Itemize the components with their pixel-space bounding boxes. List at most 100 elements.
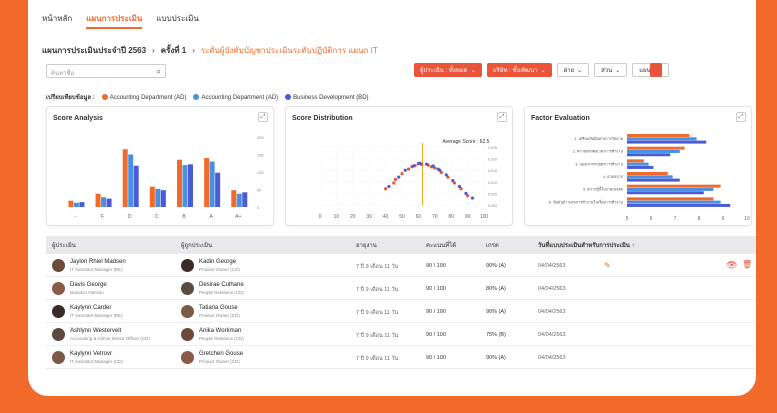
legend-text: Accounting Department (AD) <box>201 94 279 101</box>
factor-bar <box>627 175 673 179</box>
col-score[interactable]: คะแนนที่ได้ <box>426 240 456 250</box>
evaluatee-name: Anika Workman <box>199 328 242 334</box>
search-input[interactable]: ค้นหาชื่อ ⌕ <box>46 64 166 78</box>
evaluatee-role: People Relations (CD) <box>199 290 244 295</box>
legend-item[interactable]: Business Development (BD) <box>285 93 369 101</box>
distribution-point <box>431 164 435 168</box>
x-tick-label: A <box>209 214 213 220</box>
distribution-point <box>387 184 391 189</box>
table-row[interactable]: Kaylynn Carder IT Assistant Manager (RE) T… <box>46 300 756 323</box>
nav-home[interactable]: หน้าหลัก <box>42 12 72 29</box>
factor-bar <box>627 187 714 191</box>
distribution-point <box>470 196 475 200</box>
x-tick-label: 60 <box>416 214 422 220</box>
export-button[interactable] <box>650 63 662 77</box>
x-tick-label: 70 <box>432 214 438 220</box>
speedometer-icon <box>693 19 753 59</box>
y-tick-label: 0.010 <box>488 181 497 185</box>
table-row[interactable]: Kaylynn Vetrovr IT Assistant Manager (CD)… <box>46 346 756 369</box>
y-tick-label: 0.005 <box>488 192 497 196</box>
avatar <box>181 282 194 295</box>
evaluatee-role: Product Owner (CD) <box>199 313 240 318</box>
nav-assessment-form[interactable]: แบบประเมิน <box>156 12 198 29</box>
grade-value: 90% (A) <box>486 355 506 361</box>
date-value: 04/04/2563 <box>538 263 566 269</box>
x-tick-label: 10 <box>334 214 340 220</box>
distribution-point <box>393 177 398 182</box>
y-tick-label: 150 <box>257 153 264 158</box>
filter-section[interactable]: ส่วน ⌄ <box>594 63 628 77</box>
date-value: 04/04/2563 <box>538 286 566 292</box>
factor-bar <box>627 162 649 166</box>
distribution-point <box>397 175 401 179</box>
table-row[interactable]: Jaylon Rhiel Madsen IT Assistant Manager … <box>46 254 756 277</box>
app-window: หน้าหลัก แผนการประเมิน แบบประเมิน แผนการ… <box>22 0 762 402</box>
avatar <box>52 305 65 318</box>
distribution-point <box>436 167 440 171</box>
category-label: 4. อวดสจาก <box>603 174 623 179</box>
distribution-point <box>457 184 461 189</box>
filter-division[interactable]: ฝ่าย ⌄ <box>556 63 590 77</box>
distribution-point <box>403 168 407 172</box>
grade-value: 75% (B) <box>486 332 506 338</box>
tenure-value: 7 ปี 9 เดือน 11 วัน <box>356 310 399 316</box>
distribution-point <box>425 162 429 166</box>
legend-item[interactable]: Accounting Department (AD) <box>193 93 279 101</box>
score-bar <box>73 202 79 207</box>
factor-bar <box>627 178 680 182</box>
col-evaluator[interactable]: ผู้ประเมิน <box>52 240 76 250</box>
score-bar <box>128 154 134 207</box>
date-value: 04/04/2563 <box>538 355 566 361</box>
filter-company-label: บริษัท : ขั้นพัฒนา <box>492 68 538 74</box>
factor-bar <box>627 191 704 195</box>
avatar <box>52 328 65 341</box>
tenure-value: 7 ปี 9 เดือน 11 วัน <box>356 264 399 270</box>
x-tick-label: 6 <box>650 216 653 222</box>
chevron-down-icon: ⌄ <box>540 67 546 74</box>
view-icon[interactable]: 👁 <box>726 260 737 271</box>
legend-dot <box>193 93 200 100</box>
x-tick-label: 30 <box>366 214 372 220</box>
filter-evaluator[interactable]: ผู้ประเมิน : ทั้งหมด ⌄ <box>414 63 482 77</box>
filter-division-label: ฝ่าย <box>563 68 575 74</box>
score-bar <box>106 198 112 207</box>
score-analysis-chart: 200 150 100 50 0 - F D C B A A+ <box>68 135 264 220</box>
grade-value: 80% (A) <box>486 286 506 292</box>
category-label: 1. เตรียมข้อมือทางการวิทยาย <box>574 136 623 141</box>
score-analysis-panel: Score Analysis ⤢ 200 150 100 50 0- F D C B A A+ <box>46 106 274 226</box>
score-bar <box>242 192 248 207</box>
delete-icon[interactable]: 🗑 <box>742 260 752 269</box>
filter-evaluator-label: ผู้ประเมิน : ทั้งหมด <box>420 68 468 74</box>
legend-text: Business Development (BD) <box>293 94 369 101</box>
col-evaluatee[interactable]: ผู้ถูกประเมิน <box>181 240 212 250</box>
col-tenure[interactable]: อายุงาน <box>356 240 377 250</box>
x-tick-label: 90 <box>465 214 471 220</box>
breadcrumb-plan[interactable]: แผนการประเมินประจำปี 2563 <box>42 44 146 57</box>
factor-bar <box>627 197 714 201</box>
score-bar <box>122 149 128 207</box>
chevron-down-icon: ⌄ <box>470 67 476 74</box>
tenure-value: 7 ปี 9 เดือน 11 วัน <box>356 356 399 362</box>
score-value: 90 / 100 <box>426 332 446 338</box>
evaluator-name: Kaylynn Carder <box>70 305 112 311</box>
nav-assessment-plan[interactable]: แผนการประเมิน <box>86 12 143 29</box>
evaluator-role: IT Assistant Manager (RE) <box>70 313 123 318</box>
breadcrumb-round[interactable]: ครั้งที่ 1 <box>161 44 187 57</box>
score-bar <box>204 158 210 207</box>
x-tick-label: 0 <box>319 214 322 220</box>
table-row[interactable]: Davis George Brandon Hanson Desirae Culhan… <box>46 277 756 300</box>
col-date[interactable]: วันที่แบบประเมินสำหรับการประเมิน ↑ <box>538 240 635 250</box>
score-bar <box>188 164 193 207</box>
distribution-point <box>411 164 416 168</box>
evaluator-role: IT Assistant Manager (CD) <box>70 359 123 364</box>
score-bar <box>231 190 237 207</box>
breadcrumb: แผนการประเมินประจำปี 2563 › ครั้งที่ 1 ›… <box>42 44 378 57</box>
col-grade[interactable]: เกรด <box>486 240 499 250</box>
evaluatee-name: Tatiana Gouse <box>199 305 238 311</box>
filter-company[interactable]: บริษัท : ขั้นพัฒนา ⌄ <box>486 63 552 77</box>
table-row[interactable]: Ashlynn Westervelt Accounting & Admin Sen… <box>46 323 756 346</box>
edit-icon[interactable]: ✎ <box>604 261 611 270</box>
score-distribution-panel: Score Distribution ⤢ 0.025 0.020 0.015 0.01… <box>285 106 513 226</box>
chevron-right-icon: › <box>192 46 195 55</box>
legend-item[interactable]: Accounting Department (AD) <box>101 93 186 101</box>
